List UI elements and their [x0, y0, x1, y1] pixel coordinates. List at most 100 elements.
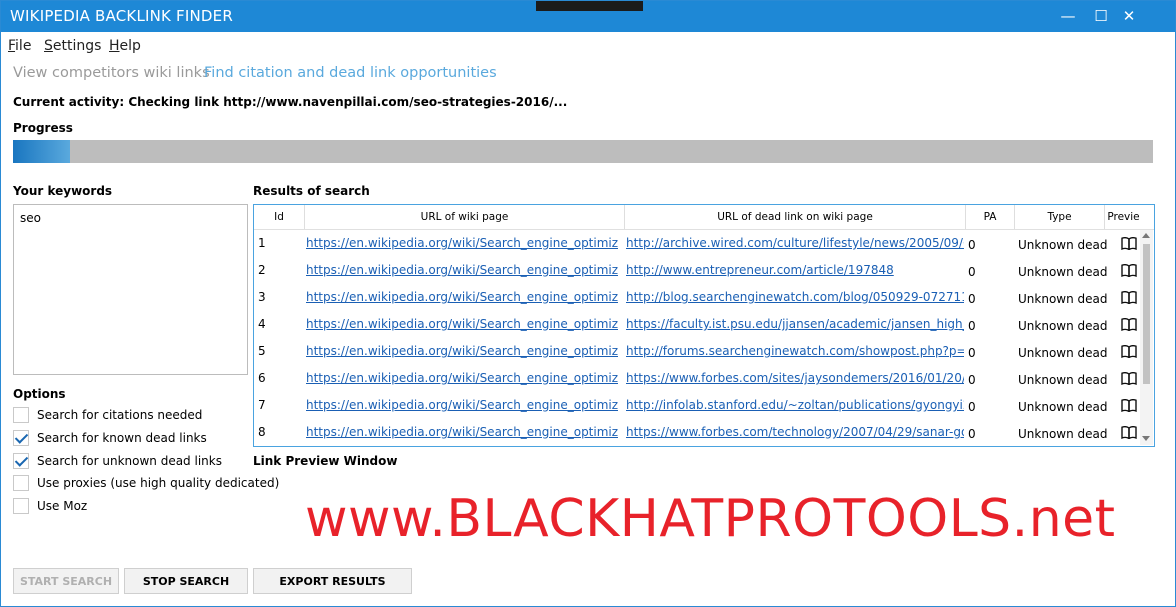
tab-view-competitors[interactable]: View competitors wiki links [13, 65, 210, 81]
cell-type: Unknown dead [1018, 400, 1108, 414]
cell-type: Unknown dead [1018, 319, 1108, 333]
cell-dead-link[interactable]: http://blog.searchenginewatch.com/blog/0… [626, 284, 964, 311]
progress-fill [13, 140, 70, 163]
cell-dead-link[interactable]: http://archive.wired.com/culture/lifesty… [626, 230, 964, 257]
column-header-wiki-url[interactable]: URL of wiki page [305, 205, 625, 229]
book-icon[interactable] [1121, 399, 1137, 412]
menu-settings[interactable]: Settings [44, 38, 101, 54]
book-icon[interactable] [1121, 318, 1137, 331]
link-preview-label: Link Preview Window [253, 454, 398, 468]
export-results-button[interactable]: EXPORT RESULTS [253, 568, 412, 594]
cell-id: 6 [258, 371, 266, 385]
close-icon: ✕ [1122, 7, 1136, 25]
start-search-button[interactable]: START SEARCH [13, 568, 119, 594]
cell-wiki-url[interactable]: https://en.wikipedia.org/wiki/Search_eng… [306, 311, 618, 338]
cell-wiki-url[interactable]: https://en.wikipedia.org/wiki/Search_eng… [306, 257, 618, 284]
cell-type: Unknown dead [1018, 265, 1108, 279]
cell-pa: 0 [968, 319, 976, 333]
cell-dead-link[interactable]: http://forums.searchenginewatch.com/show… [626, 338, 964, 365]
progress-bar [13, 140, 1153, 163]
checkbox[interactable] [13, 407, 29, 423]
option-citations-needed[interactable]: Search for citations needed [13, 406, 202, 424]
cell-id: 1 [258, 236, 266, 250]
column-header-id[interactable]: Id [254, 205, 305, 229]
cell-wiki-url[interactable]: https://en.wikipedia.org/wiki/Search_eng… [306, 365, 618, 392]
book-icon[interactable] [1121, 426, 1137, 439]
cell-wiki-url[interactable]: https://en.wikipedia.org/wiki/Search_eng… [306, 338, 618, 365]
tab-find-citation[interactable]: Find citation and dead link opportunitie… [204, 65, 497, 81]
cell-id: 5 [258, 344, 266, 358]
table-row[interactable]: 4 https://en.wikipedia.org/wiki/Search_en… [254, 311, 1142, 338]
book-icon[interactable] [1121, 345, 1137, 358]
option-label: Search for unknown dead links [37, 454, 222, 468]
table-row[interactable]: 3 https://en.wikipedia.org/wiki/Search_en… [254, 284, 1142, 311]
table-row[interactable]: 2 https://en.wikipedia.org/wiki/Search_en… [254, 257, 1142, 284]
cell-dead-link[interactable]: https://www.forbes.com/sites/jaysondemer… [626, 365, 964, 392]
book-icon[interactable] [1121, 237, 1137, 250]
option-use-proxies[interactable]: Use proxies (use high quality dedicated) [13, 474, 279, 492]
title-notch [536, 1, 643, 11]
cell-pa: 0 [968, 346, 976, 360]
table-row[interactable]: 8 https://en.wikipedia.org/wiki/Search_en… [254, 419, 1142, 446]
cell-dead-link[interactable]: http://infolab.stanford.edu/~zoltan/publ… [626, 392, 964, 419]
scroll-thumb[interactable] [1143, 244, 1150, 384]
option-known-dead-links[interactable]: Search for known dead links [13, 429, 207, 447]
maximize-button[interactable]: ☐ [1087, 3, 1115, 29]
option-label: Search for known dead links [37, 431, 207, 445]
checkbox[interactable] [13, 498, 29, 514]
cell-dead-link[interactable]: https://faculty.ist.psu.edu/jjansen/acad… [626, 311, 964, 338]
scroll-down-icon[interactable] [1142, 436, 1150, 441]
checkbox[interactable] [13, 475, 29, 491]
results-label: Results of search [253, 184, 370, 198]
cell-type: Unknown dead [1018, 346, 1108, 360]
cell-dead-link[interactable]: https://www.forbes.com/technology/2007/0… [626, 419, 964, 446]
option-unknown-dead-links[interactable]: Search for unknown dead links [13, 452, 222, 470]
options-label: Options [13, 387, 66, 401]
current-activity: Current activity: Checking link http://w… [13, 95, 568, 109]
table-row[interactable]: 1 https://en.wikipedia.org/wiki/Search_en… [254, 230, 1142, 257]
cell-wiki-url[interactable]: https://en.wikipedia.org/wiki/Search_eng… [306, 230, 618, 257]
minimize-button[interactable]: — [1054, 3, 1082, 29]
column-header-preview[interactable]: Previe [1105, 205, 1142, 229]
cell-wiki-url[interactable]: https://en.wikipedia.org/wiki/Search_eng… [306, 392, 618, 419]
checkbox[interactable] [13, 453, 29, 469]
cell-pa: 0 [968, 238, 976, 252]
column-header-dead-link[interactable]: URL of dead link on wiki page [625, 205, 966, 229]
cell-pa: 0 [968, 265, 976, 279]
cell-pa: 0 [968, 373, 976, 387]
book-icon[interactable] [1121, 291, 1137, 304]
cell-pa: 0 [968, 427, 976, 441]
table-row[interactable]: 7 https://en.wikipedia.org/wiki/Search_en… [254, 392, 1142, 419]
app-window: WIKIPEDIA BACKLINK FINDER — ☐ ✕ File Set… [0, 0, 1176, 607]
cell-id: 3 [258, 290, 266, 304]
cell-type: Unknown dead [1018, 373, 1108, 387]
title-bar[interactable]: WIKIPEDIA BACKLINK FINDER — ☐ ✕ [1, 1, 1175, 32]
option-label: Search for citations needed [37, 408, 203, 422]
table-row[interactable]: 5 https://en.wikipedia.org/wiki/Search_en… [254, 338, 1142, 365]
column-header-type[interactable]: Type [1015, 205, 1105, 229]
keywords-label: Your keywords [13, 184, 113, 198]
option-use-moz[interactable]: Use Moz [13, 497, 87, 515]
scroll-up-icon[interactable] [1142, 233, 1150, 238]
cell-dead-link[interactable]: http://www.entrepreneur.com/article/1978… [626, 257, 964, 284]
cell-type: Unknown dead [1018, 427, 1108, 441]
maximize-icon: ☐ [1094, 7, 1108, 25]
vertical-scrollbar[interactable] [1140, 230, 1153, 445]
cell-wiki-url[interactable]: https://en.wikipedia.org/wiki/Search_eng… [306, 284, 618, 311]
cell-id: 4 [258, 317, 266, 331]
column-header-pa[interactable]: PA [966, 205, 1015, 229]
cell-wiki-url[interactable]: https://en.wikipedia.org/wiki/Search_eng… [306, 419, 618, 446]
cell-type: Unknown dead [1018, 292, 1108, 306]
results-table: Id URL of wiki page URL of dead link on … [253, 204, 1155, 447]
keywords-input[interactable]: seo [13, 204, 248, 375]
option-label: Use Moz [37, 499, 88, 513]
minimize-icon: — [1060, 7, 1076, 25]
book-icon[interactable] [1121, 372, 1137, 385]
menu-help[interactable]: Help [109, 38, 141, 54]
table-row[interactable]: 6 https://en.wikipedia.org/wiki/Search_en… [254, 365, 1142, 392]
close-button[interactable]: ✕ [1115, 3, 1143, 29]
stop-search-button[interactable]: STOP SEARCH [124, 568, 248, 594]
menu-file[interactable]: File [8, 38, 31, 54]
checkbox[interactable] [13, 430, 29, 446]
book-icon[interactable] [1121, 264, 1137, 277]
